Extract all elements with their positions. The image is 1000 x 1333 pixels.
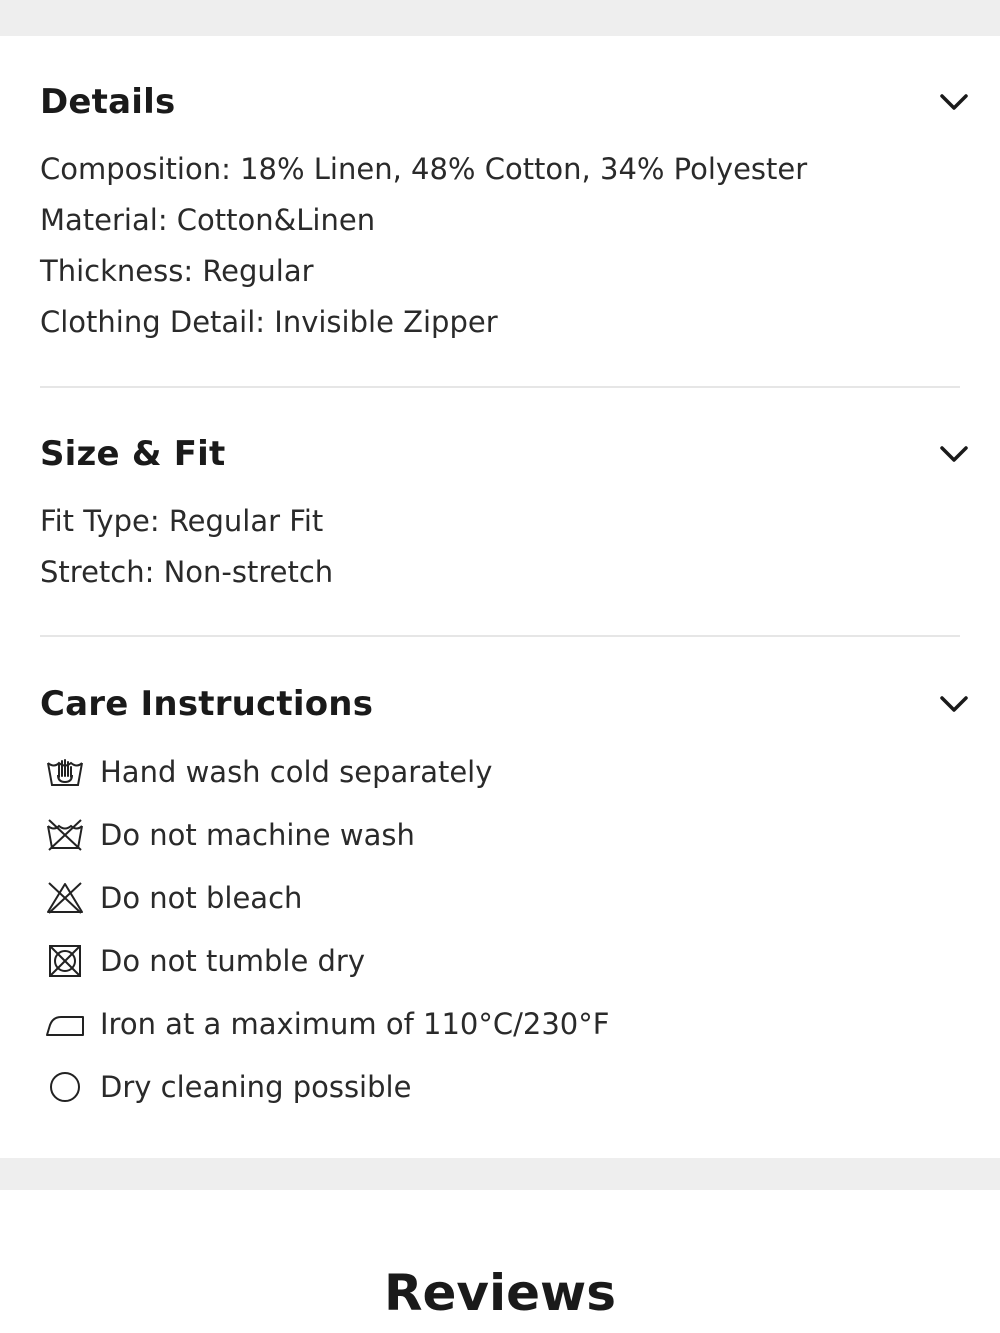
care-header[interactable]: Care Instructions [40,680,970,728]
hand-wash-icon [47,759,83,786]
iron-icon [46,1016,84,1036]
care-item: Do not tumble dry [40,930,970,993]
detail-thickness: Thickness: Regular [40,254,314,288]
no-machine-wash-icon [47,819,83,851]
care-item: Do not machine wash [40,804,970,867]
care-item: Do not bleach [40,867,970,930]
chevron-down-icon[interactable] [938,692,970,716]
divider [40,635,960,637]
size-fit-list: Fit Type: Regular Fit Stretch: Non-stret… [40,496,970,598]
care-section: Care Instructions Hand wash cold separat… [40,680,970,1119]
care-text: Do not machine wash [100,818,415,852]
care-item: Hand wash cold separately [40,741,970,804]
reviews-heading: Reviews [383,1264,616,1322]
care-item: Dry cleaning possible [40,1056,970,1119]
care-text: Do not tumble dry [100,944,366,978]
details-list: Composition: 18% Linen, 48% Cotton, 34% … [40,144,970,348]
care-title: Care Instructions [40,684,374,724]
care-text: Hand wash cold separately [100,755,493,789]
size-fit-header[interactable]: Size & Fit [40,430,970,478]
care-text: Dry cleaning possible [100,1070,412,1104]
care-text: Do not bleach [100,881,303,915]
detail-clothing-detail: Clothing Detail: Invisible Zipper [40,305,498,339]
details-title: Details [40,82,176,122]
no-tumble-dry-icon [49,945,81,977]
top-separator-band [0,0,1000,36]
bottom-separator-band [0,1158,1000,1190]
care-item: Iron at a maximum of 110°C/230°F [40,993,970,1056]
details-section: Details Composition: 18% Linen, 48% Cott… [40,78,970,348]
care-text: Iron at a maximum of 110°C/230°F [100,1007,610,1041]
detail-material: Material: Cotton&Linen [40,203,376,237]
detail-stretch: Stretch: Non-stretch [40,555,334,589]
dry-clean-icon [50,1072,80,1102]
size-fit-title: Size & Fit [40,434,226,474]
care-list: Hand wash cold separately Do not machine… [40,741,970,1119]
chevron-down-icon[interactable] [938,442,970,466]
detail-fit-type: Fit Type: Regular Fit [40,504,324,538]
chevron-down-icon[interactable] [938,90,970,114]
size-fit-section: Size & Fit Fit Type: Regular Fit Stretch… [40,430,970,598]
detail-composition: Composition: 18% Linen, 48% Cotton, 34% … [40,152,808,186]
details-header[interactable]: Details [40,78,970,126]
divider [40,386,960,388]
no-bleach-icon [47,882,83,914]
